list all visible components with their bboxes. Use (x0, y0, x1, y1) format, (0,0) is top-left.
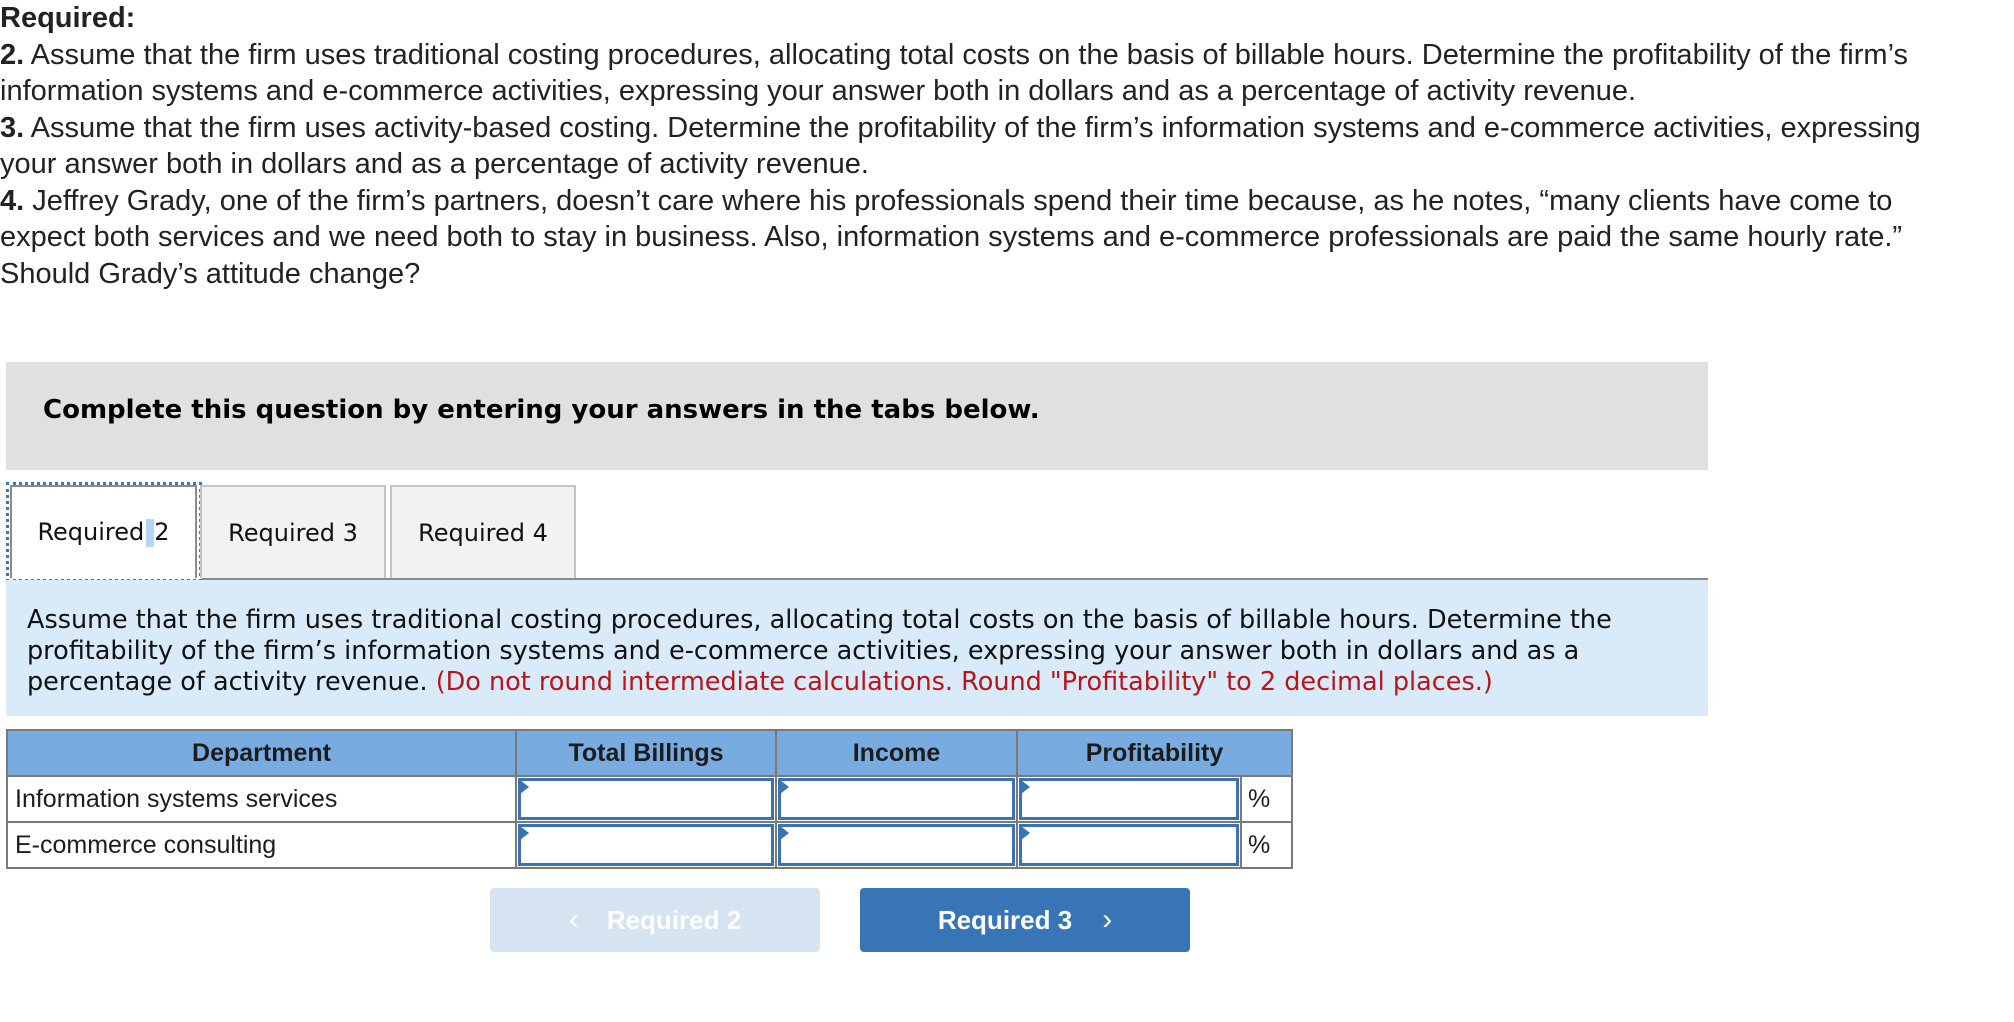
tab-bar: Required 2 Required 3 Required 4 (6, 482, 1708, 582)
banner-text: Complete this question by entering your … (43, 395, 1040, 425)
profitability-cell (1016, 775, 1242, 823)
profitability-table: Department Total Billings Income Profita… (6, 729, 1293, 869)
input-marker-icon (780, 780, 789, 794)
item-text: Assume that the firm uses traditional co… (0, 38, 1908, 108)
item-number: 2. (0, 38, 25, 71)
table-row: E-commerce consulting % (6, 821, 1293, 869)
rounding-note: (Do not round intermediate calculations.… (435, 667, 1493, 697)
profitability-input[interactable] (1019, 778, 1239, 820)
profitability-input[interactable] (1019, 824, 1239, 866)
tab-required-2[interactable]: Required 2 (10, 485, 197, 578)
input-marker-icon (1021, 826, 1030, 840)
total-billings-cell (515, 821, 777, 869)
income-input[interactable] (778, 824, 1015, 866)
header-department: Department (6, 729, 517, 777)
next-required-3-button[interactable]: Required 3 › (860, 888, 1190, 952)
next-button-label: Required 3 (937, 904, 1073, 935)
tab-label: Required 4 (418, 518, 548, 547)
tab-label-number: 2 (154, 518, 170, 546)
tab-required-4[interactable]: Required 4 (390, 485, 576, 578)
instructions-banner: Complete this question by entering your … (6, 362, 1708, 470)
chevron-left-icon: ‹ (568, 903, 579, 936)
table-header-row: Department Total Billings Income Profita… (6, 729, 1293, 777)
input-marker-icon (520, 826, 529, 840)
item-number: 3. (0, 111, 25, 144)
required-heading: Required: (0, 2, 136, 34)
total-billings-cell (515, 775, 777, 823)
profitability-cell (1016, 821, 1242, 869)
income-input[interactable] (778, 778, 1015, 820)
item-number: 4. (0, 184, 25, 217)
tab-required-3[interactable]: Required 3 (200, 485, 386, 578)
header-income: Income (775, 729, 1018, 777)
header-total-billings: Total Billings (515, 729, 777, 777)
department-cell: E-commerce consulting (6, 821, 517, 869)
prev-button-label: Required 2 (606, 904, 742, 935)
input-marker-icon (1021, 780, 1030, 794)
tab-label: Required 2 (37, 518, 170, 547)
total-billings-input[interactable] (518, 824, 774, 866)
header-profitability: Profitability (1016, 729, 1293, 777)
total-billings-input[interactable] (518, 778, 774, 820)
income-cell (775, 775, 1018, 823)
item-text: Assume that the firm uses activity-based… (0, 111, 1921, 181)
chevron-right-icon: › (1102, 903, 1113, 936)
question-item-4: 4. Jeffrey Grady, one of the firm’s part… (0, 183, 1980, 293)
percent-unit: % (1240, 821, 1293, 869)
table-row: Information systems services % (6, 775, 1293, 823)
question-item-2: 2. Assume that the firm uses traditional… (0, 37, 1980, 110)
tab-label-text: Required (37, 518, 145, 546)
tab-instructions: Assume that the firm uses traditional co… (6, 580, 1708, 716)
prev-required-2-button: ‹ Required 2 (490, 888, 820, 952)
input-marker-icon (780, 826, 789, 840)
income-cell (775, 821, 1018, 869)
input-marker-icon (520, 780, 529, 794)
percent-unit: % (1240, 775, 1293, 823)
question-item-3: 3. Assume that the firm uses activity-ba… (0, 110, 1980, 183)
question-text: Required: 2. Assume that the firm uses t… (0, 0, 1980, 292)
department-cell: Information systems services (6, 775, 517, 823)
tab-label: Required 3 (228, 518, 358, 547)
item-text: Jeffrey Grady, one of the firm’s partner… (0, 184, 1903, 290)
